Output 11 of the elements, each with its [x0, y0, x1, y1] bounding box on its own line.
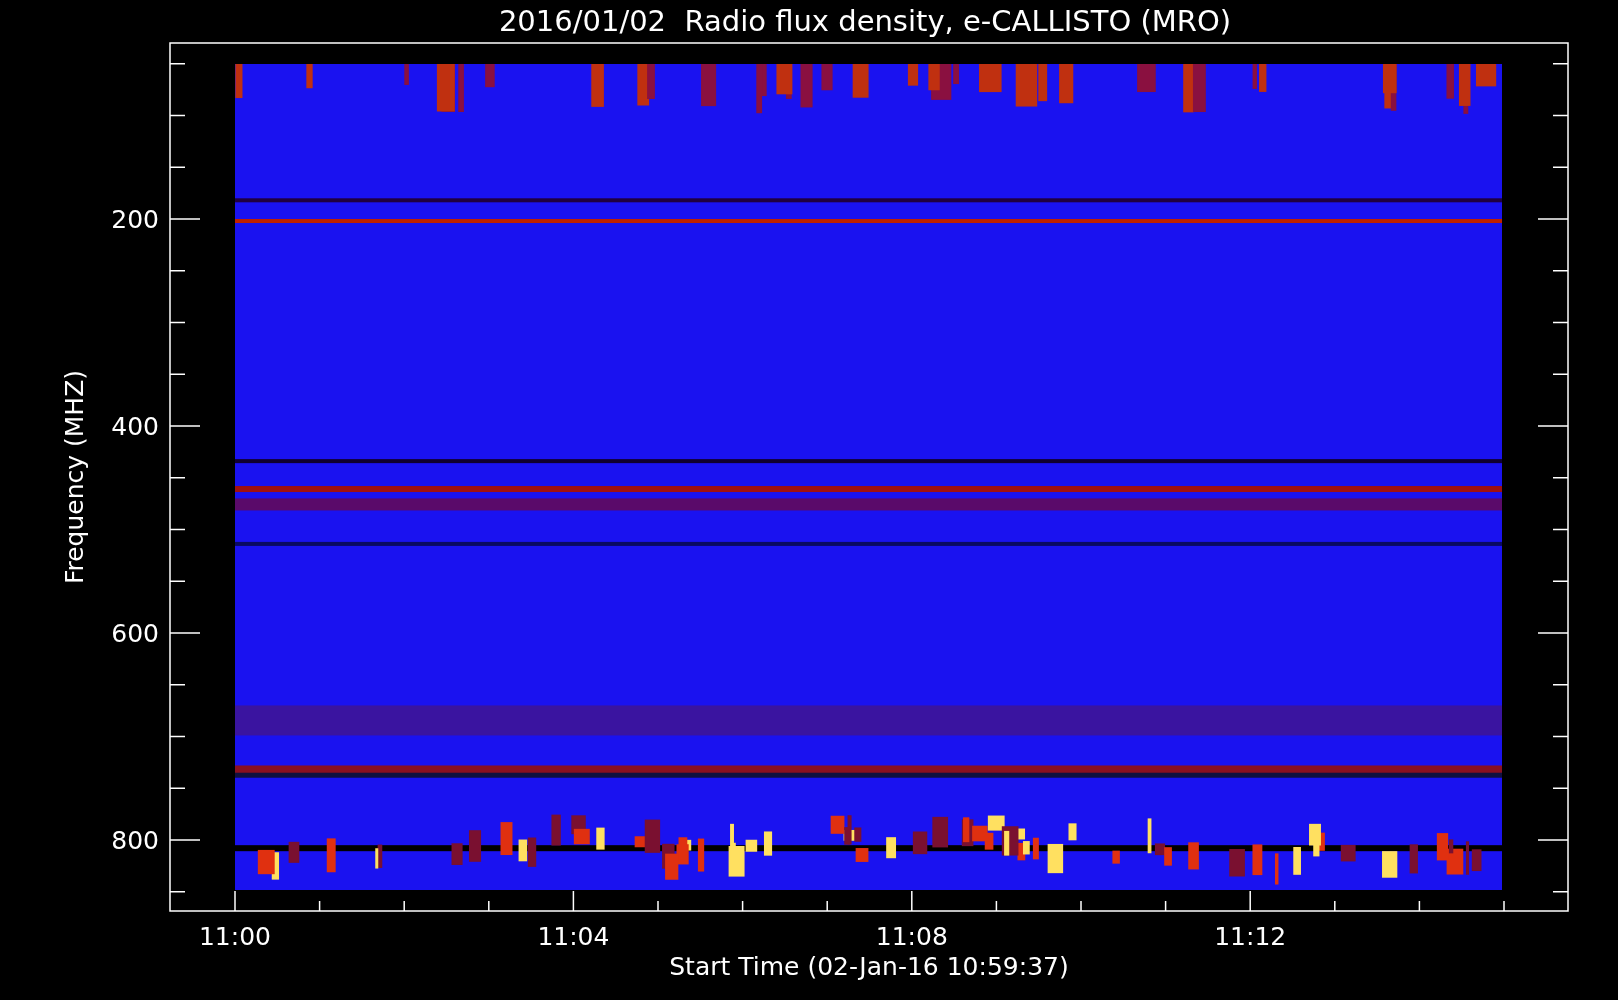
y-tick-label: 400 [111, 412, 159, 441]
chart-title: 2016/01/02 Radio flux density, e-CALLISTO (MRO) [498, 4, 1232, 38]
x-tick-label: 11:00 [199, 922, 271, 951]
x-tick-label: 11:08 [875, 922, 948, 951]
x-tick-label: 11:04 [537, 922, 610, 951]
y-tick-label: 800 [111, 826, 159, 855]
y-tick-label: 600 [111, 619, 159, 648]
y-tick-label: 200 [111, 205, 159, 234]
y-axis-label: Frequency (MHZ) [60, 369, 89, 585]
x-axis-label: Start Time (02-Jan-16 10:59:37) [669, 952, 1069, 981]
x-tick-label: 11:12 [1214, 922, 1287, 951]
